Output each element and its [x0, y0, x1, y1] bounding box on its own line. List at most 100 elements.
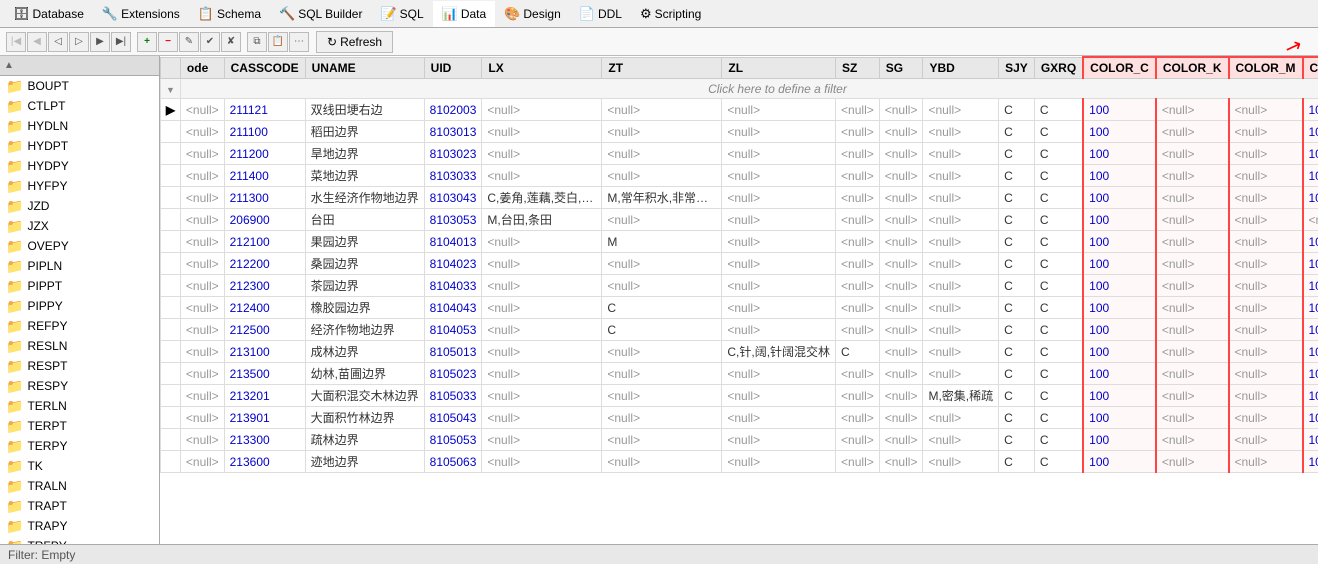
cell-sjy[interactable]: C [999, 143, 1035, 165]
sidebar-item-pipln[interactable]: 📁PIPLN [0, 256, 159, 276]
cell-zt[interactable]: <null> [602, 209, 722, 231]
sidebar-item-resln[interactable]: 📁RESLN [0, 336, 159, 356]
cell-ybd[interactable]: M,密集,稀疏 [923, 385, 999, 407]
tab-extensions[interactable]: 🔧Extensions [93, 1, 189, 27]
tab-design[interactable]: 🎨Design [495, 1, 570, 27]
cell-zt[interactable]: M [602, 231, 722, 253]
nav-add-btn[interactable]: + [137, 32, 157, 52]
cell-color_k[interactable]: <null> [1156, 165, 1229, 187]
cell-sz[interactable]: <null> [836, 253, 880, 275]
cell-color_m[interactable]: <null> [1229, 209, 1303, 231]
cell-sg[interactable]: <null> [879, 99, 923, 121]
cell-color_m[interactable]: <null> [1229, 253, 1303, 275]
cell-zl[interactable]: C,针,阔,针阔混交林 [722, 341, 836, 363]
cell-zt[interactable]: <null> [602, 99, 722, 121]
cell-zt[interactable]: <null> [602, 407, 722, 429]
cell-lx[interactable]: <null> [482, 121, 602, 143]
cell-lx[interactable]: <null> [482, 407, 602, 429]
cell-code[interactable]: <null> [180, 429, 224, 451]
cell-color_k[interactable]: <null> [1156, 143, 1229, 165]
cell-ybd[interactable]: <null> [923, 253, 999, 275]
col-header-code[interactable]: ode [180, 57, 224, 79]
cell-code[interactable]: <null> [180, 341, 224, 363]
cell-sz[interactable]: <null> [836, 187, 880, 209]
cell-sz[interactable]: <null> [836, 165, 880, 187]
cell-uid[interactable]: 8104043 [424, 297, 482, 319]
cell-sjy[interactable]: C [999, 429, 1035, 451]
cell-sg[interactable]: <null> [879, 275, 923, 297]
col-header-lx[interactable]: LX [482, 57, 602, 79]
cell-uid[interactable]: 8103053 [424, 209, 482, 231]
cell-sg[interactable]: <null> [879, 451, 923, 473]
cell-zl[interactable]: <null> [722, 429, 836, 451]
col-header-color_m[interactable]: COLOR_M [1229, 57, 1303, 79]
sidebar-item-pippt[interactable]: 📁PIPPT [0, 276, 159, 296]
cell-gxrq[interactable]: C [1034, 407, 1083, 429]
table-row[interactable]: <null>212100果园边界8104013<null>M<null><nul… [161, 231, 1318, 253]
cell-color_k[interactable]: <null> [1156, 341, 1229, 363]
cell-zl[interactable]: <null> [722, 187, 836, 209]
cell-casscode[interactable]: 212100 [224, 231, 305, 253]
cell-zl[interactable]: <null> [722, 231, 836, 253]
cell-sg[interactable]: <null> [879, 121, 923, 143]
cell-code[interactable]: <null> [180, 231, 224, 253]
cell-sz[interactable]: <null> [836, 363, 880, 385]
sidebar-item-boupt[interactable]: 📁BOUPT [0, 76, 159, 96]
nav-next-btn[interactable]: ▶ [90, 32, 110, 52]
cell-color_y[interactable]: 100 [1303, 297, 1318, 319]
table-row[interactable]: <null>212400橡胶园边界8104043<null>C<null><nu… [161, 297, 1318, 319]
cell-casscode[interactable]: 213500 [224, 363, 305, 385]
cell-code[interactable]: <null> [180, 275, 224, 297]
cell-code[interactable]: <null> [180, 297, 224, 319]
cell-color_k[interactable]: <null> [1156, 187, 1229, 209]
table-row[interactable]: <null>206900台田8103053M,台田,条田<null><null>… [161, 209, 1318, 231]
cell-lx[interactable]: M,台田,条田 [482, 209, 602, 231]
cell-sjy[interactable]: C [999, 407, 1035, 429]
cell-sg[interactable]: <null> [879, 253, 923, 275]
sidebar-item-respy[interactable]: 📁RESPY [0, 376, 159, 396]
cell-uid[interactable]: 8104053 [424, 319, 482, 341]
cell-uname[interactable]: 大面积混交木林边界 [305, 385, 424, 407]
cell-sjy[interactable]: C [999, 341, 1035, 363]
cell-ybd[interactable]: <null> [923, 297, 999, 319]
cell-color_k[interactable]: <null> [1156, 253, 1229, 275]
sidebar-item-hydpt[interactable]: 📁HYDPT [0, 136, 159, 156]
sidebar-item-hydpy[interactable]: 📁HYDPY [0, 156, 159, 176]
cell-ybd[interactable]: <null> [923, 363, 999, 385]
cell-zt[interactable]: <null> [602, 165, 722, 187]
cell-sjy[interactable]: C [999, 209, 1035, 231]
table-row[interactable]: <null>213500幼林,苗圃边界8105023<null><null><n… [161, 363, 1318, 385]
cell-uid[interactable]: 8103043 [424, 187, 482, 209]
cell-gxrq[interactable]: C [1034, 99, 1083, 121]
cell-sz[interactable]: <null> [836, 231, 880, 253]
nav-cancel-btn[interactable]: ✘ [221, 32, 241, 52]
cell-ybd[interactable]: <null> [923, 187, 999, 209]
cell-ybd[interactable]: <null> [923, 99, 999, 121]
filter-row[interactable]: ▼Click here to define a filter [161, 79, 1318, 99]
cell-zt[interactable]: <null> [602, 341, 722, 363]
sidebar-item-ovepy[interactable]: 📁OVEPY [0, 236, 159, 256]
table-row[interactable]: <null>213300疏林边界8105053<null><null><null… [161, 429, 1318, 451]
cell-color_k[interactable]: <null> [1156, 363, 1229, 385]
cell-color_c[interactable]: 100 [1083, 451, 1156, 473]
cell-color_c[interactable]: 100 [1083, 253, 1156, 275]
cell-zl[interactable]: <null> [722, 165, 836, 187]
cell-uid[interactable]: 8105053 [424, 429, 482, 451]
cell-ybd[interactable]: <null> [923, 319, 999, 341]
cell-zl[interactable]: <null> [722, 209, 836, 231]
cell-sg[interactable]: <null> [879, 209, 923, 231]
cell-color_k[interactable]: <null> [1156, 451, 1229, 473]
cell-color_c[interactable]: 100 [1083, 165, 1156, 187]
cell-color_c[interactable]: 100 [1083, 121, 1156, 143]
cell-gxrq[interactable]: C [1034, 121, 1083, 143]
sidebar-item-hydln[interactable]: 📁HYDLN [0, 116, 159, 136]
cell-color_m[interactable]: <null> [1229, 297, 1303, 319]
sidebar-item-jzd[interactable]: 📁JZD [0, 196, 159, 216]
cell-gxrq[interactable]: C [1034, 297, 1083, 319]
cell-color_k[interactable]: <null> [1156, 385, 1229, 407]
table-row[interactable]: <null>211100稻田边界8103013<null><null><null… [161, 121, 1318, 143]
cell-uname[interactable]: 桑园边界 [305, 253, 424, 275]
col-header-sjy[interactable]: SJY [999, 57, 1035, 79]
cell-sg[interactable]: <null> [879, 363, 923, 385]
cell-uname[interactable]: 果园边界 [305, 231, 424, 253]
